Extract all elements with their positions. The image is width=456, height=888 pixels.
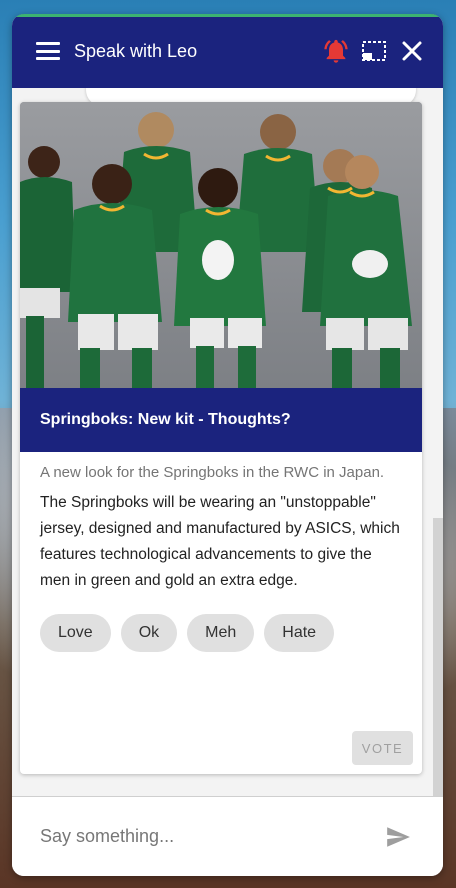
card-title: Springboks: New kit - Thoughts? xyxy=(20,388,422,452)
card-body: A new look for the Springboks in the RWC… xyxy=(20,452,422,652)
option-ok-chip[interactable]: Ok xyxy=(120,614,178,652)
card-description: The Springboks will be wearing an "unsto… xyxy=(40,494,400,589)
option-meh-chip[interactable]: Meh xyxy=(187,614,255,652)
header-title: Speak with Leo xyxy=(74,40,198,61)
option-hate-chip[interactable]: Hate xyxy=(264,614,335,652)
poll-options: Love Ok Meh Hate xyxy=(40,614,402,652)
fullscreen-icon[interactable] xyxy=(357,34,391,68)
message-list[interactable]: Springboks: New kit - Thoughts? A new lo… xyxy=(12,88,443,796)
team-photo xyxy=(20,102,422,388)
poll-card: Springboks: New kit - Thoughts? A new lo… xyxy=(20,102,422,774)
option-love-chip[interactable]: Love xyxy=(40,614,111,652)
card-subtitle: A new look for the Springboks in the RWC… xyxy=(40,464,385,481)
bell-alert-icon[interactable] xyxy=(319,34,353,68)
chat-widget: Speak with Leo Springboks: New kit - Tho… xyxy=(12,14,443,876)
composer-bar xyxy=(12,796,443,876)
message-input[interactable] xyxy=(40,826,381,847)
scrollbar[interactable] xyxy=(433,518,443,796)
close-icon[interactable] xyxy=(395,34,429,68)
menu-icon[interactable] xyxy=(36,42,60,60)
send-icon[interactable] xyxy=(381,820,415,854)
vote-button[interactable]: VOTE xyxy=(352,731,413,765)
header-bar: Speak with Leo xyxy=(12,14,443,88)
